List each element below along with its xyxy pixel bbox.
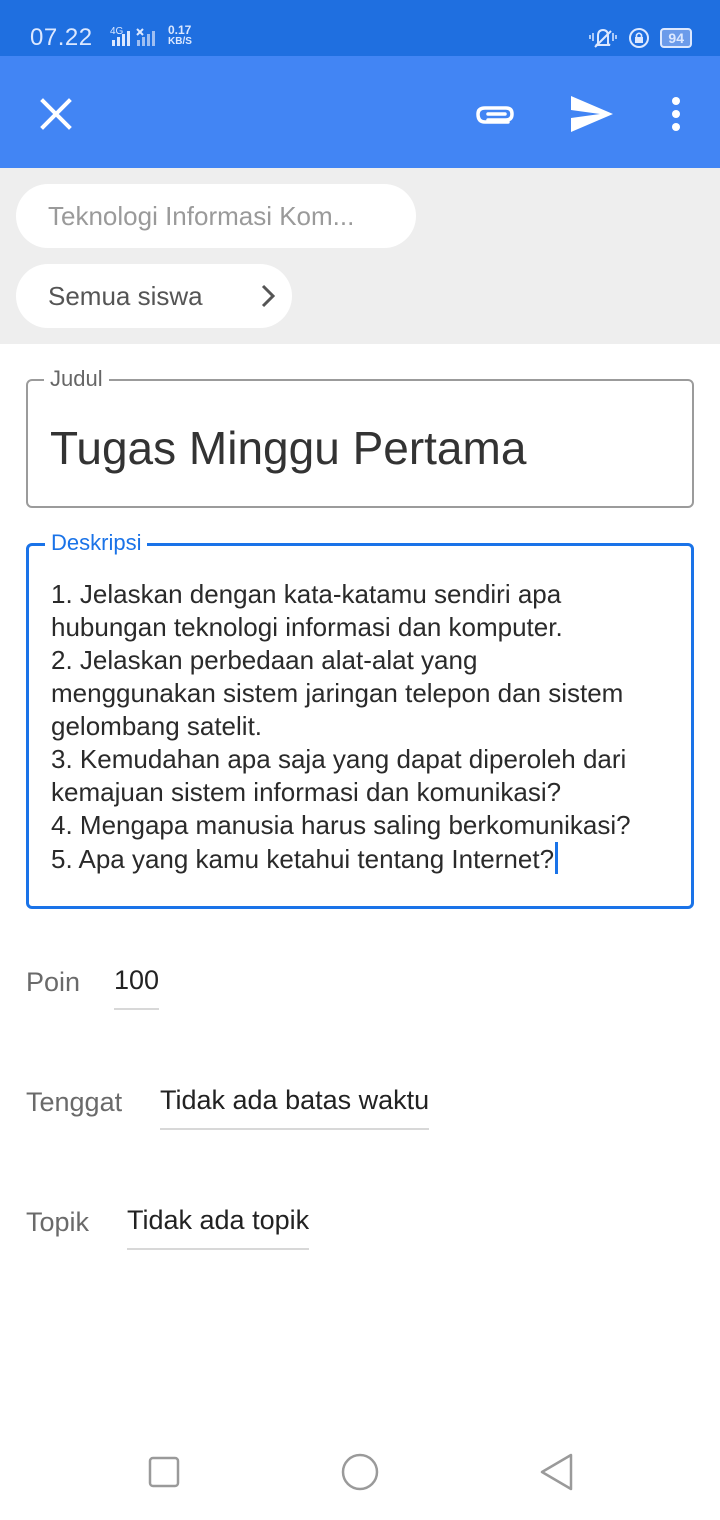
network-speed: 0.17 KB/S: [168, 23, 192, 47]
points-input[interactable]: 100: [114, 965, 160, 1010]
description-line: kemajuan sistem informasi dan komunikasi…: [51, 777, 562, 807]
status-time: 07.22: [30, 24, 93, 51]
battery-indicator: 94: [660, 28, 692, 48]
chevron-right-icon: [261, 284, 276, 308]
text-cursor: [555, 842, 559, 874]
vibrate-bell-icon: [589, 28, 618, 48]
students-selector-chip[interactable]: Semua siswa: [16, 264, 292, 328]
recents-button[interactable]: [142, 1450, 186, 1494]
points-label: Poin: [26, 967, 81, 997]
title-input-value: Tugas Minggu Pertama: [50, 422, 527, 474]
description-line: hubungan teknologi informasi dan kompute…: [51, 612, 563, 642]
more-options-button[interactable]: [652, 86, 700, 142]
send-icon: [571, 96, 613, 132]
description-line: 4. Mengapa manusia harus saling berkomun…: [51, 810, 631, 840]
status-bar: 07.22 4G 0.17 KB/S 94: [0, 0, 720, 56]
more-vertical-icon: [672, 97, 680, 131]
audience-section: Teknologi Informasi Kom... Semua siswa: [0, 168, 720, 344]
status-right: 94: [588, 27, 692, 49]
description-line: 2. Jelaskan perbedaan alat-alat yang: [51, 645, 478, 675]
close-button[interactable]: [28, 86, 84, 142]
description-line: 5. Apa yang kamu ketahui tentang Interne…: [51, 844, 555, 874]
recents-square-icon: [148, 1456, 180, 1488]
description-input-value: 1. Jelaskan dengan kata-katamu sendiri a…: [51, 578, 681, 876]
description-line: gelombang satelit.: [51, 711, 263, 741]
close-icon: [40, 98, 72, 130]
back-triangle-icon: [540, 1453, 573, 1491]
paperclip-icon: [476, 106, 514, 124]
signal-icon: [112, 28, 155, 46]
send-button[interactable]: [562, 86, 622, 142]
description-line: menggunakan sistem jaringan telepon dan …: [51, 678, 624, 708]
description-label: Deskripsi: [45, 531, 148, 555]
description-line: 3. Kemudahan apa saja yang dapat diperol…: [51, 744, 627, 774]
rotation-lock-icon: [629, 28, 650, 48]
description-field[interactable]: Deskripsi 1. Jelaskan dengan kata-katamu…: [26, 531, 694, 909]
description-line: 1. Jelaskan dengan kata-katamu sendiri a…: [51, 579, 562, 609]
home-button[interactable]: [338, 1450, 382, 1494]
class-selector-chip[interactable]: Teknologi Informasi Kom...: [16, 184, 416, 248]
topic-label: Topik: [26, 1207, 90, 1237]
home-circle-icon: [341, 1453, 379, 1491]
title-label: Judul: [44, 367, 109, 391]
students-label: Semua siswa: [48, 280, 203, 311]
description-last-line: 5. Apa yang kamu ketahui tentang Interne…: [51, 842, 681, 876]
topic-selector[interactable]: Tidak ada topik: [127, 1205, 310, 1250]
app-bar: [0, 56, 720, 168]
class-name: Teknologi Informasi Kom...: [48, 200, 355, 231]
title-field[interactable]: Judul Tugas Minggu Pertama: [26, 367, 694, 508]
back-button[interactable]: [534, 1450, 578, 1494]
attach-button[interactable]: [466, 86, 526, 142]
due-label: Tenggat: [26, 1087, 123, 1117]
due-date-selector[interactable]: Tidak ada batas waktu: [160, 1085, 430, 1130]
